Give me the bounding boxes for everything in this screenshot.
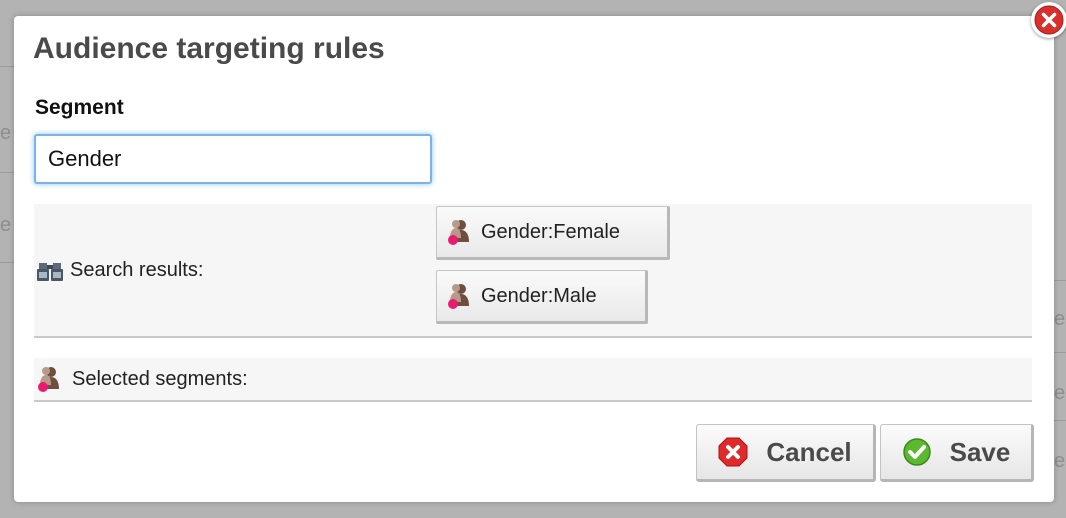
binoculars-icon	[36, 260, 64, 282]
segment-icon	[447, 218, 473, 246]
search-result-gender-male[interactable]: Gender:Male	[436, 270, 648, 324]
bg-text: es	[1054, 450, 1066, 472]
bg-text: e	[0, 122, 12, 144]
cancel-icon	[718, 437, 748, 467]
bg-text: e	[0, 214, 12, 236]
segment-search-input[interactable]	[34, 134, 432, 184]
search-result-gender-female[interactable]: Gender:Female	[436, 206, 670, 260]
search-results-label: Search results:	[70, 259, 204, 281]
dialog-title: Audience targeting rules	[33, 32, 385, 65]
bg-divider	[0, 262, 14, 263]
save-label: Save	[949, 436, 1011, 467]
selected-segments-panel: Selected segments:	[34, 358, 1032, 402]
search-result-label: Gender:Female	[481, 220, 620, 243]
segment-label: Segment	[35, 96, 124, 119]
audience-targeting-dialog: Audience targeting rules Segment Search …	[14, 16, 1054, 502]
cancel-button[interactable]: Cancel	[696, 424, 876, 482]
close-dialog-button[interactable]	[1031, 2, 1066, 38]
checkmark-icon	[902, 437, 932, 467]
search-result-label: Gender:Male	[481, 284, 597, 307]
cancel-label: Cancel	[766, 436, 852, 467]
segment-icon	[447, 282, 473, 310]
search-results-heading: Search results:	[36, 259, 203, 282]
bg-text: es	[1054, 308, 1066, 330]
bg-text: es	[1054, 382, 1066, 404]
bg-divider	[1054, 352, 1066, 353]
bg-divider	[0, 172, 14, 173]
bg-divider	[1054, 420, 1066, 421]
bg-divider	[1054, 280, 1066, 281]
bg-divider	[0, 66, 14, 67]
search-results-panel: Search results: Gender:Female Gender:Mal…	[34, 204, 1032, 338]
segment-icon	[36, 365, 64, 393]
save-button[interactable]: Save	[880, 424, 1034, 482]
selected-segments-label: Selected segments:	[72, 367, 248, 390]
close-icon	[1034, 5, 1064, 35]
